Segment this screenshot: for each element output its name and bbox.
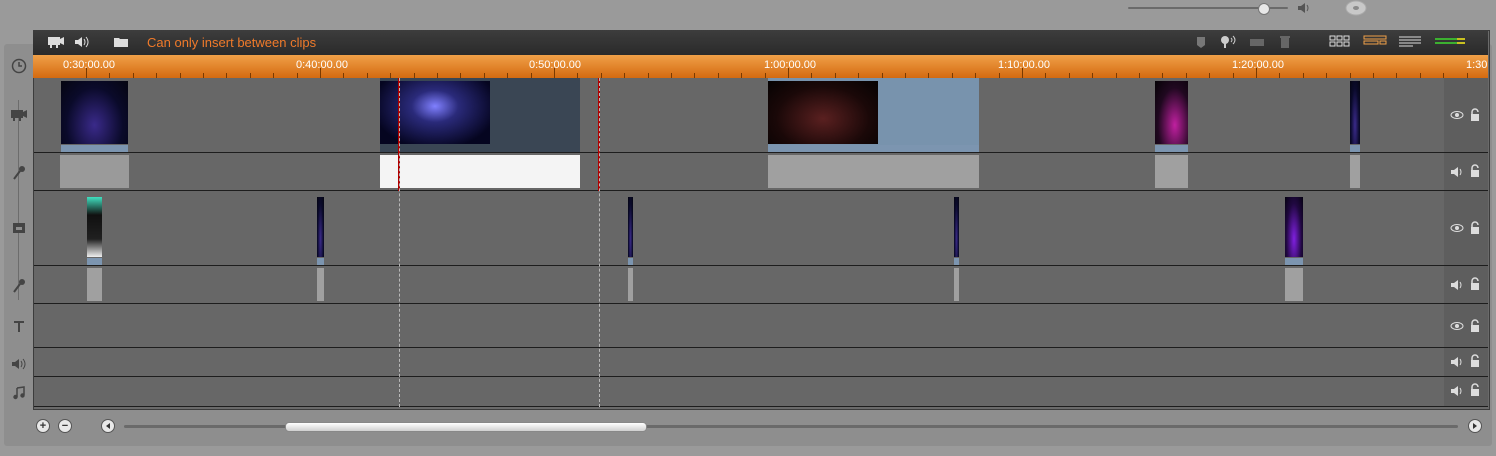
track-controls <box>1444 78 1488 153</box>
speaker-icon[interactable] <box>1450 279 1464 291</box>
overlay-audio-track[interactable] <box>34 266 1444 304</box>
chevron-right-icon <box>1473 423 1477 429</box>
speaker-icon[interactable] <box>1450 166 1464 178</box>
position-guide-line <box>599 78 600 407</box>
marker-icon[interactable] <box>1195 34 1207 55</box>
eye-icon[interactable] <box>1450 321 1464 331</box>
audio-waveform[interactable] <box>1155 155 1188 188</box>
text-view-icon[interactable] <box>1398 34 1424 53</box>
track-controls <box>1444 266 1488 304</box>
video-camera-icon[interactable] <box>8 104 30 126</box>
eye-icon[interactable] <box>1450 110 1464 120</box>
lock-icon[interactable] <box>1470 383 1480 397</box>
ruler-time-label: 1:00:00.00 <box>764 59 816 71</box>
video-clip[interactable] <box>87 194 102 265</box>
side-connector <box>18 100 19 300</box>
trash-icon[interactable] <box>1279 34 1291 55</box>
clock-icon[interactable] <box>8 55 30 77</box>
track-controls <box>1444 348 1488 377</box>
audio-meter-icon <box>1435 34 1467 53</box>
video-clip[interactable] <box>1155 78 1188 152</box>
text-icon[interactable] <box>8 315 30 337</box>
title-track[interactable] <box>34 304 1444 348</box>
ruler-tick <box>788 68 789 78</box>
ruler-time-label: 0:30:00.00 <box>63 59 115 71</box>
zoom-in-button[interactable]: + <box>36 419 50 433</box>
ruler-tick <box>1022 68 1023 78</box>
microphone-icon[interactable] <box>8 162 30 184</box>
status-message: Can only insert between clips <box>147 35 317 50</box>
track-controls <box>1444 304 1488 348</box>
video-clip[interactable] <box>317 194 324 265</box>
microphone-icon[interactable] <box>8 275 30 297</box>
video-clip[interactable] <box>1285 194 1303 265</box>
music-note-icon[interactable] <box>8 382 30 404</box>
audio-waveform[interactable] <box>380 155 580 188</box>
film-icon[interactable] <box>1249 34 1265 55</box>
audio-waveform[interactable] <box>768 155 979 188</box>
video-clip[interactable] <box>628 194 633 265</box>
speaker-icon[interactable] <box>1450 356 1464 368</box>
chevron-left-icon <box>106 423 110 429</box>
lock-icon[interactable] <box>1470 108 1480 122</box>
audio-waveform[interactable] <box>1285 268 1303 301</box>
ruler-tick <box>320 68 321 78</box>
audio-waveform[interactable] <box>87 268 102 301</box>
overlay-icon[interactable] <box>8 217 30 239</box>
video-track[interactable] <box>34 78 1444 153</box>
ruler-tick <box>554 68 555 78</box>
video-clip[interactable] <box>954 194 959 265</box>
position-guide-line <box>399 78 400 407</box>
lock-icon[interactable] <box>1470 221 1480 235</box>
video-clip[interactable] <box>61 78 128 152</box>
track-controls <box>1444 377 1488 407</box>
voiceover-icon[interactable] <box>1219 34 1237 55</box>
ruler-time-label: 0:50:00.00 <box>529 59 581 71</box>
audio-waveform[interactable] <box>954 268 959 301</box>
audio-waveform[interactable] <box>628 268 633 301</box>
track-controls <box>1444 191 1488 266</box>
ruler-time-label: 0:40:00.00 <box>296 59 348 71</box>
speaker-icon[interactable] <box>1297 1 1311 20</box>
disc-icon[interactable] <box>1345 0 1367 21</box>
storyboard-view-icon[interactable] <box>1329 34 1355 53</box>
video-clip[interactable] <box>768 78 979 152</box>
ruler-time-label: 1:10:00.00 <box>998 59 1050 71</box>
lock-icon[interactable] <box>1470 164 1480 178</box>
ruler-tick <box>86 68 87 78</box>
scroll-right-button[interactable] <box>1468 419 1482 433</box>
time-ruler[interactable]: 0:30:00.00 0:40:00.00 0:50:00.00 1:00:00.00… <box>33 55 1488 78</box>
master-volume-knob[interactable] <box>1258 3 1270 15</box>
ruler-time-label: 1:30 <box>1466 59 1488 71</box>
lock-icon[interactable] <box>1470 319 1480 333</box>
overlay-video-track[interactable] <box>34 191 1444 266</box>
scrollbar-thumb[interactable] <box>285 422 647 432</box>
track-controls <box>1444 153 1488 191</box>
timeline-view-icon[interactable] <box>1363 34 1389 53</box>
music-track[interactable] <box>34 377 1444 407</box>
eye-icon[interactable] <box>1450 223 1464 233</box>
video-clip[interactable] <box>1350 78 1360 152</box>
lock-icon[interactable] <box>1470 354 1480 368</box>
speaker-icon[interactable] <box>74 34 90 55</box>
folder-icon[interactable] <box>113 34 129 55</box>
zoom-out-button[interactable]: − <box>58 419 72 433</box>
audio-waveform[interactable] <box>317 268 324 301</box>
audio-waveform[interactable] <box>60 155 129 188</box>
audio-waveform[interactable] <box>1350 155 1360 188</box>
sound-effects-track[interactable] <box>34 348 1444 377</box>
ruler-time-label: 1:20:00.00 <box>1232 59 1284 71</box>
speaker-icon[interactable] <box>8 353 30 375</box>
lock-icon[interactable] <box>1470 277 1480 291</box>
video-camera-icon[interactable] <box>47 34 65 55</box>
audio-track[interactable] <box>34 153 1444 191</box>
speaker-icon[interactable] <box>1450 385 1464 397</box>
ruler-tick <box>1256 68 1257 78</box>
scroll-left-button[interactable] <box>101 419 115 433</box>
video-clip[interactable] <box>380 78 580 152</box>
